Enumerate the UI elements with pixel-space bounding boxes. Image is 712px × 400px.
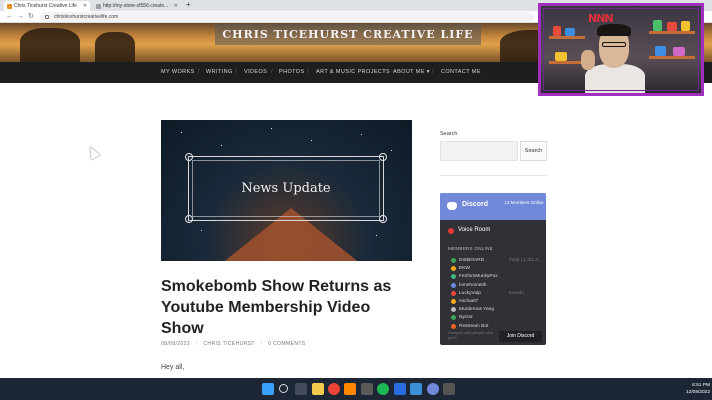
nav-item-videos[interactable]: VIDEOS	[244, 62, 267, 83]
member-name: Nyctor	[459, 315, 473, 321]
app-icon[interactable]	[443, 383, 455, 395]
featured-image[interactable]: News Update	[161, 120, 412, 261]
voice-room-label[interactable]: Voice Room	[458, 227, 490, 233]
nav-divider: /	[198, 69, 200, 75]
tab-title: Chris Ticehurst Creative Life	[14, 3, 77, 9]
webcam-inner-border	[543, 8, 699, 91]
search-label: Search	[440, 131, 458, 137]
nav-item-art-music[interactable]: ART & MUSIC PROJECTS	[316, 62, 390, 83]
nav-divider: /	[235, 69, 237, 75]
featured-image-caption: News Update	[241, 181, 331, 196]
voice-room-icon	[448, 228, 454, 234]
member-name: michael7	[459, 299, 479, 304]
chevron-down-icon: ▾	[426, 69, 430, 75]
post-author[interactable]: CHRIS TICEHURST	[203, 341, 254, 347]
vlc-icon[interactable]	[344, 383, 356, 395]
member-name: LuckyVulp	[459, 290, 481, 296]
file-explorer-icon[interactable]	[312, 383, 324, 395]
close-tab-icon[interactable]: ✕	[174, 1, 178, 11]
clock-time: 6:51 PM	[692, 383, 710, 388]
search-icon[interactable]	[279, 384, 288, 393]
meta-divider: /	[260, 341, 263, 347]
url-text: christicehurstcreativelife.com	[54, 14, 119, 20]
member-avatar	[451, 307, 456, 313]
nav-divider: /	[271, 69, 273, 75]
browser-tab[interactable]: Chris Ticehurst Creative Life ✕	[4, 1, 90, 11]
member-game: /help | 1,3/1,3...	[509, 258, 542, 263]
webcam-overlay: NNN	[538, 3, 704, 96]
nav-item-writing[interactable]: WRITING	[206, 62, 233, 83]
nav-item-my-works[interactable]: MY WORKS	[161, 62, 195, 83]
nav-item-about-me[interactable]: ABOUT ME ▾	[393, 62, 430, 83]
new-tab-button[interactable]: +	[186, 0, 191, 10]
windows-taskbar: 6:51 PM 12/08/2022	[0, 378, 712, 400]
search-button[interactable]: Search	[520, 141, 547, 161]
discord-logo-icon	[447, 202, 457, 210]
member-avatar	[451, 299, 456, 304]
nav-label: ABOUT ME	[393, 69, 425, 75]
nav-divider: /	[384, 69, 386, 75]
member-avatar	[451, 266, 456, 272]
sidebar-divider	[440, 175, 547, 176]
member-avatar	[451, 315, 456, 321]
close-tab-icon[interactable]: ✕	[83, 1, 87, 11]
member-name: Murderous Yang	[459, 307, 495, 313]
app-icon[interactable]	[410, 383, 422, 395]
nav-divider: /	[432, 69, 434, 75]
member-avatar	[451, 290, 456, 296]
nav-item-contact-me[interactable]: CONTACT ME	[441, 62, 481, 83]
post-title[interactable]: Smokebomb Show Returns as Youtube Member…	[161, 276, 411, 339]
url-input[interactable]: christicehurstcreativelife.com	[40, 12, 534, 22]
task-view-icon[interactable]	[295, 383, 307, 395]
discord-header: Discord 13 Members Online	[440, 193, 546, 220]
post-body-text: Hey all,	[161, 364, 185, 371]
discord-footer-text: Hangout with people who get it	[448, 330, 493, 340]
search-input[interactable]	[440, 141, 518, 161]
member-name: FenfomMunkyPox	[459, 274, 498, 280]
back-arrow-icon[interactable]: ←	[6, 12, 13, 22]
page-icon	[96, 4, 101, 9]
discord-widget: Discord 13 Members Online Voice Room MEM…	[440, 193, 546, 345]
post-meta: 08/08/2022 / CHRIS TICEHURST / 0 COMMENT…	[161, 341, 306, 347]
post-date[interactable]: 08/08/2022	[161, 341, 190, 347]
discord-app-icon[interactable]	[427, 383, 439, 395]
member-avatar	[451, 274, 456, 280]
discord-brand: Discord	[462, 201, 489, 208]
post-comments-link[interactable]: 0 COMMENTS	[268, 341, 305, 347]
system-clock[interactable]: 6:51 PM 12/08/2022	[676, 382, 710, 396]
nav-item-photos[interactable]: PHOTOS	[279, 62, 305, 83]
discord-online-count: 13 Members Online	[504, 200, 544, 205]
clock-date: 12/08/2022	[685, 390, 710, 395]
meta-divider: /	[195, 341, 198, 347]
forward-arrow-icon[interactable]: →	[17, 12, 24, 22]
app-icon[interactable]	[394, 383, 406, 395]
member-game: Kenshi	[509, 290, 524, 296]
app-icon[interactable]	[361, 383, 373, 395]
join-discord-button[interactable]: Join Discord	[499, 331, 542, 342]
member-avatar	[451, 323, 456, 329]
member-avatar	[451, 258, 456, 263]
site-title[interactable]: CHRIS TICEHURST CREATIVE LIFE	[215, 24, 481, 45]
chrome-icon[interactable]	[328, 383, 340, 395]
member-name: EKW	[459, 266, 470, 272]
tab-title: http://my-store-cf556.creato...	[103, 3, 169, 9]
lock-icon	[45, 15, 49, 19]
spotify-icon[interactable]	[377, 383, 389, 395]
members-online-label: MEMBERS ONLINE	[448, 246, 493, 251]
member-avatar	[451, 282, 456, 288]
reload-icon[interactable]: ↻	[28, 12, 34, 22]
tree-silhouette	[95, 32, 135, 62]
site-favicon-icon	[7, 4, 12, 9]
mouse-cursor-icon	[85, 144, 101, 160]
browser-tab[interactable]: http://my-store-cf556.creato... ✕	[93, 1, 181, 11]
nav-divider: /	[307, 69, 309, 75]
tree-silhouette	[20, 28, 80, 62]
member-name: lomehomeith	[459, 282, 487, 288]
member-name: DISBOARD	[459, 258, 485, 263]
windows-start-icon[interactable]	[262, 383, 274, 395]
